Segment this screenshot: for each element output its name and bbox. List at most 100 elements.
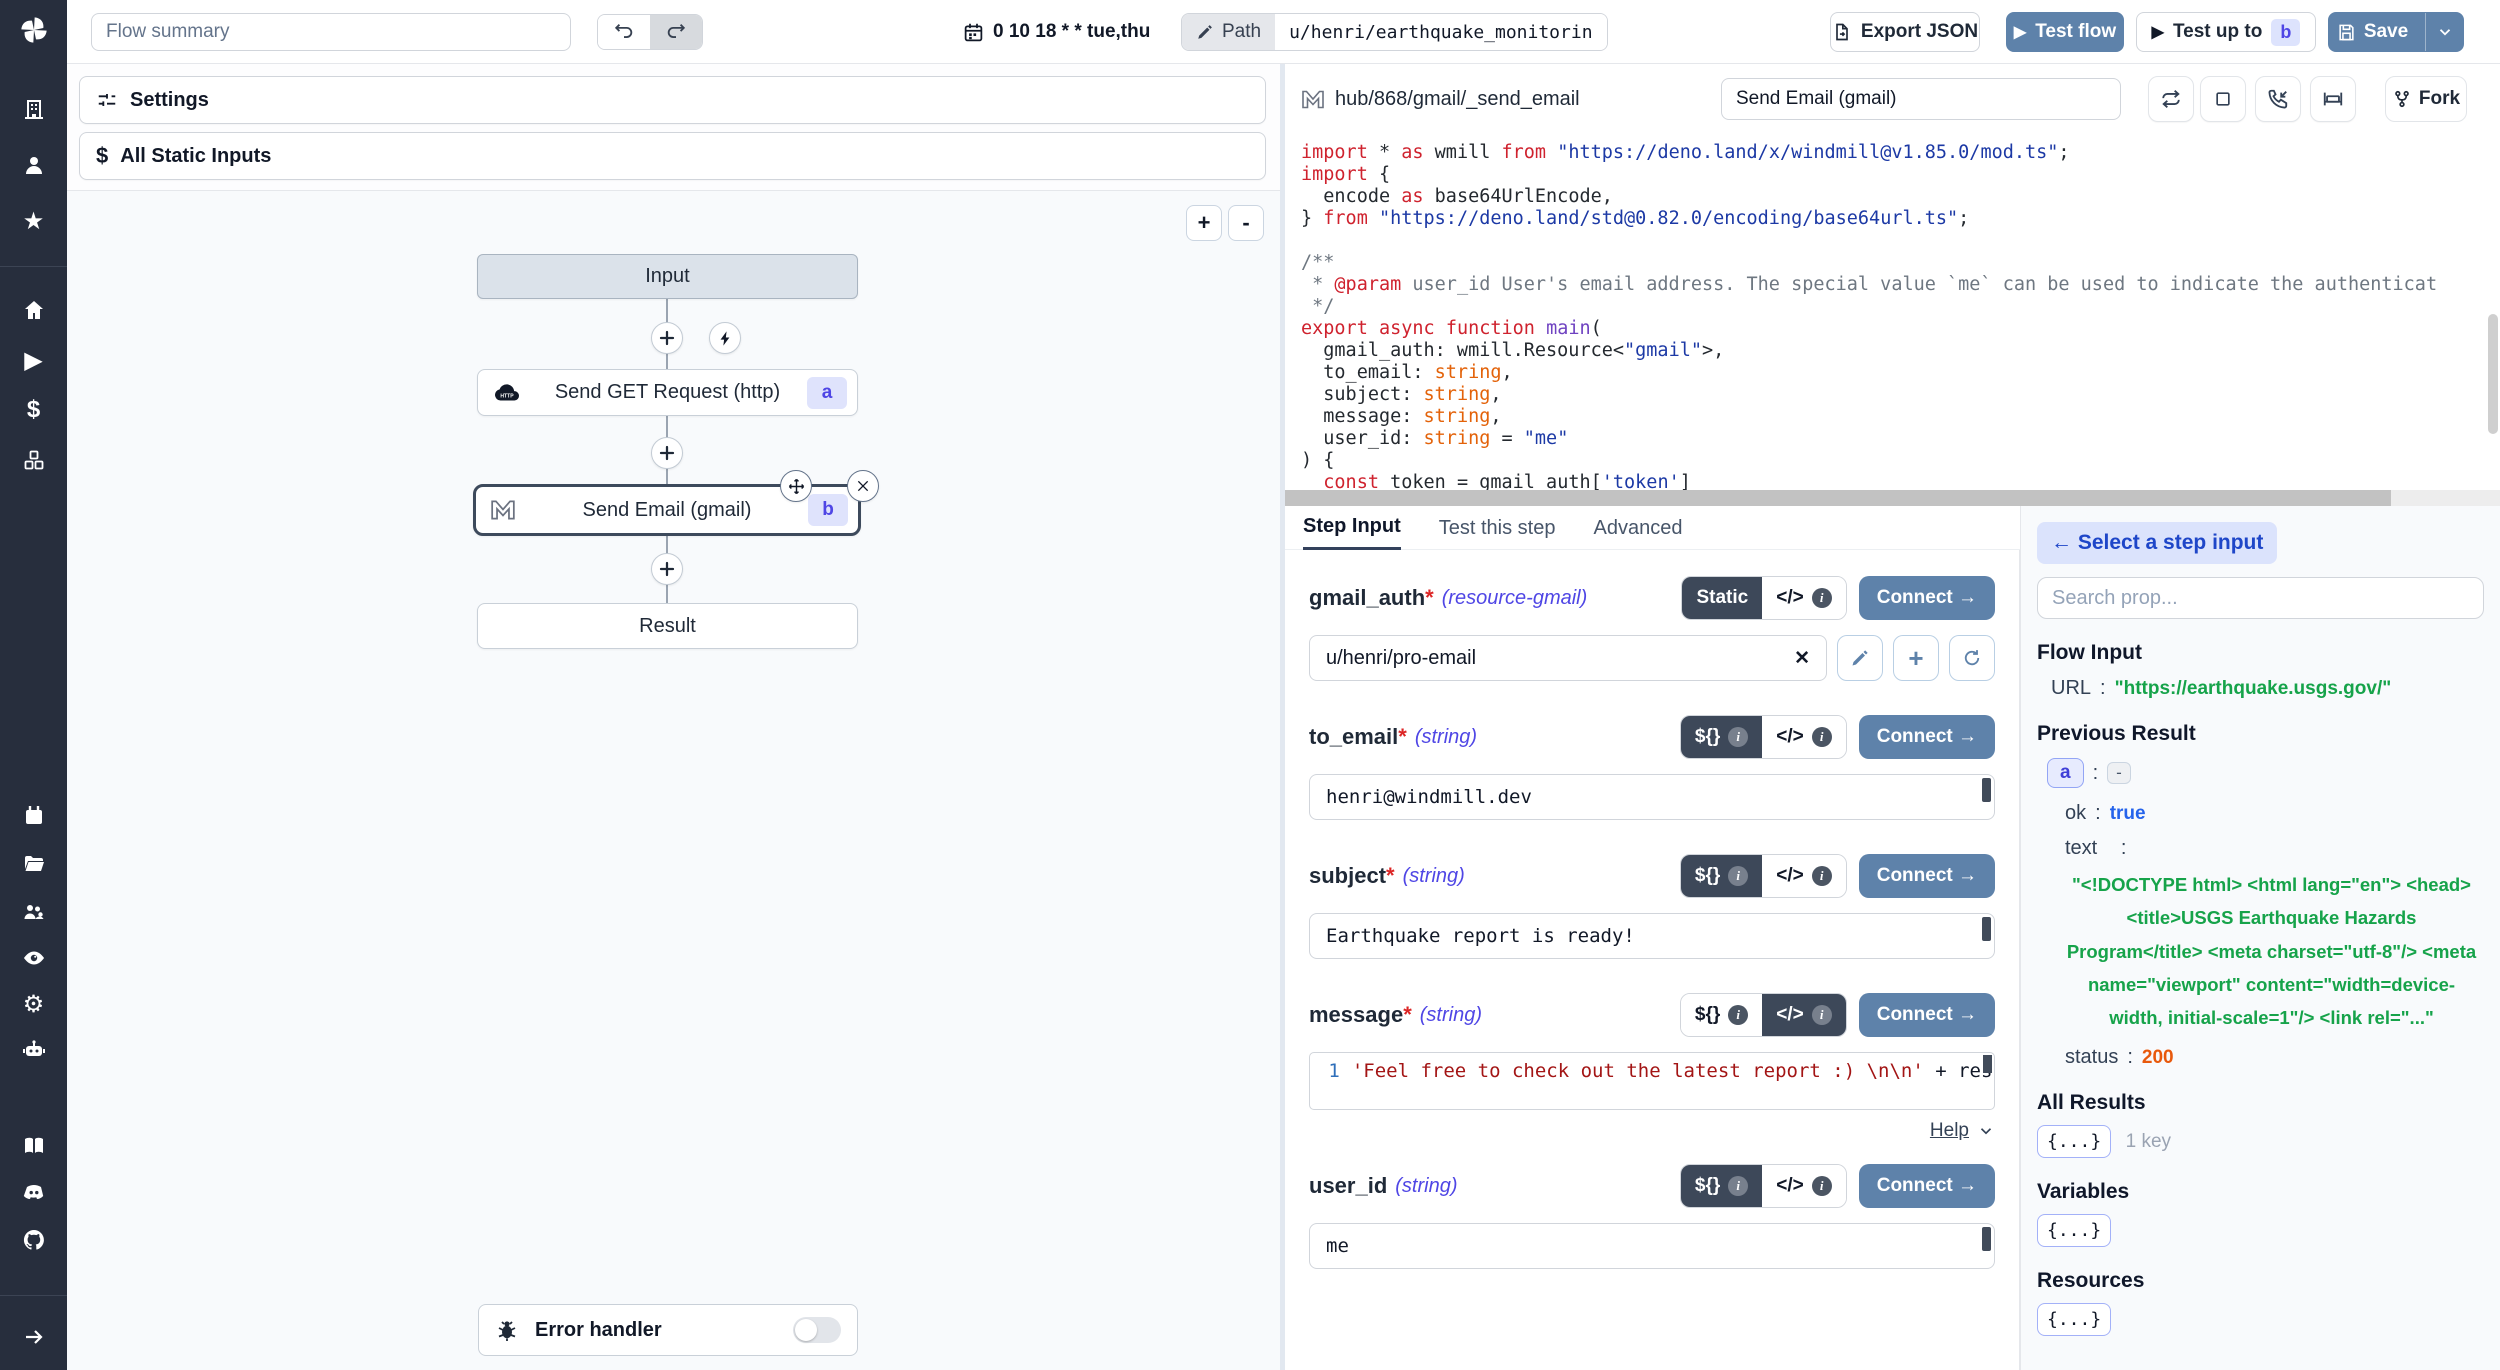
zoom-in-button[interactable]: +	[1186, 205, 1222, 241]
github-icon[interactable]	[21, 1227, 47, 1253]
mode-static[interactable]: Static	[1682, 577, 1762, 619]
settings-gear-icon[interactable]: ⚙	[21, 991, 47, 1017]
error-handler-toggle[interactable]	[793, 1317, 841, 1343]
result-status-row[interactable]: status : 200	[2065, 1046, 2484, 1069]
delete-node-button[interactable]	[847, 470, 879, 502]
flow-node-b-gmail-selected[interactable]: Send Email (gmail) b	[473, 484, 861, 536]
variables-object-badge[interactable]: {...}	[2037, 1214, 2111, 1247]
step-badge-a[interactable]: a	[2047, 758, 2084, 788]
subject-input[interactable]: Earthquake report is ready!	[1309, 913, 1995, 959]
resource-picker-input[interactable]: u/henri/pro-email ✕	[1309, 635, 1827, 681]
info-icon[interactable]: i	[1812, 1176, 1832, 1196]
tab-step-input[interactable]: Step Input	[1303, 515, 1401, 550]
connect-button[interactable]: Connect →	[1859, 576, 1995, 620]
fork-button[interactable]: Fork	[2385, 76, 2467, 122]
redo-button[interactable]	[650, 15, 702, 49]
mode-template[interactable]: ${}i	[1681, 855, 1762, 897]
mode-javascript[interactable]: </>i	[1762, 855, 1845, 897]
mode-template[interactable]: ${}i	[1681, 1165, 1762, 1207]
code-horizontal-scrollbar[interactable]	[1285, 490, 2500, 506]
schedules-calendar-icon[interactable]	[21, 803, 47, 829]
collapse-toggle[interactable]: -	[2107, 762, 2131, 784]
save-button[interactable]: Save	[2328, 12, 2464, 52]
search-prop-input[interactable]	[2037, 577, 2484, 619]
code-editor[interactable]: import * as wmill from "https://deno.lan…	[1285, 134, 2500, 490]
flow-node-a-http[interactable]: HTTP Send GET Request (http) a	[477, 369, 858, 416]
result-text-row[interactable]: text : "<!DOCTYPE html> <html lang="en">…	[2065, 837, 2484, 1034]
groups-icon[interactable]	[21, 899, 47, 925]
flow-graph-canvas[interactable]: + - Input HTTP Send GET Request (http) a…	[67, 190, 1280, 1370]
runs-play-icon[interactable]: ▶	[21, 347, 47, 373]
workers-robot-icon[interactable]	[21, 1037, 47, 1063]
tab-test-this-step[interactable]: Test this step	[1439, 517, 1556, 549]
home-icon[interactable]	[21, 297, 47, 323]
flow-summary-input[interactable]	[91, 13, 571, 51]
connect-button[interactable]: Connect →	[1859, 993, 1995, 1037]
connect-button[interactable]: Connect →	[1859, 1164, 1995, 1208]
to-email-input[interactable]: henri@windmill.dev	[1309, 774, 1995, 820]
resources-boxes-icon[interactable]	[21, 447, 47, 473]
user-id-input[interactable]: me	[1309, 1223, 1995, 1269]
variables-dollar-icon[interactable]: $	[21, 397, 47, 423]
select-step-input-button[interactable]: ← Select a step input	[2037, 522, 2277, 564]
flow-input-url-row[interactable]: URL : "https://earthquake.usgs.gov/"	[2051, 677, 2484, 700]
windmill-logo-icon[interactable]	[18, 14, 50, 46]
flow-node-result[interactable]: Result	[477, 603, 858, 649]
info-icon[interactable]: i	[1812, 1005, 1832, 1025]
tab-advanced[interactable]: Advanced	[1593, 517, 1682, 549]
user-icon[interactable]	[21, 152, 47, 178]
schedule-display[interactable]: 0 10 18 * * tue,thu	[963, 0, 1150, 64]
docs-book-icon[interactable]	[21, 1133, 47, 1159]
insert-step-button[interactable]	[651, 322, 683, 354]
all-static-inputs-bar[interactable]: $ All Static Inputs	[79, 132, 1266, 180]
info-icon[interactable]: i	[1812, 866, 1832, 886]
trigger-bolt-button[interactable]	[709, 322, 741, 354]
mode-javascript[interactable]: </>i	[1762, 577, 1845, 619]
message-expression-editor[interactable]: 1 'Feel free to check out the latest rep…	[1309, 1052, 1995, 1110]
save-dropdown-caret[interactable]	[2425, 13, 2463, 51]
move-node-handle[interactable]	[780, 470, 812, 502]
chevron-down-icon[interactable]	[1977, 1122, 1995, 1140]
info-icon[interactable]: i	[1728, 866, 1748, 886]
help-link[interactable]: Help	[1930, 1120, 1969, 1142]
info-icon[interactable]: i	[1728, 727, 1748, 747]
folder-icon[interactable]	[21, 851, 47, 877]
resources-object-badge[interactable]: {...}	[2037, 1303, 2111, 1336]
mode-template[interactable]: ${}i	[1681, 716, 1762, 758]
undo-button[interactable]	[598, 15, 650, 49]
phone-button[interactable]	[2255, 76, 2301, 122]
flow-node-input[interactable]: Input	[477, 254, 858, 299]
error-handler-bar[interactable]: Error handler	[478, 1304, 858, 1356]
test-up-to-button[interactable]: ▶ Test up to b	[2136, 12, 2316, 52]
zoom-out-button[interactable]: -	[1228, 205, 1264, 241]
connect-button[interactable]: Connect →	[1859, 715, 1995, 759]
insert-step-button[interactable]	[651, 437, 683, 469]
insert-step-button[interactable]	[651, 553, 683, 585]
expand-arrow-icon[interactable]	[21, 1324, 47, 1350]
mode-template[interactable]: ${}i	[1681, 994, 1762, 1036]
all-results-object-badge[interactable]: {...}	[2037, 1125, 2111, 1158]
star-icon[interactable]: ★	[21, 208, 47, 234]
info-icon[interactable]: i	[1812, 588, 1832, 608]
export-json-button[interactable]: Export JSON	[1830, 12, 1980, 52]
refresh-resource-button[interactable]	[1949, 635, 1995, 681]
flow-settings-bar[interactable]: Settings	[79, 76, 1266, 124]
info-icon[interactable]: i	[1728, 1176, 1748, 1196]
path-chip[interactable]: Path u/henri/earthquake_monitorin	[1181, 13, 1608, 51]
bed-button[interactable]	[2310, 76, 2356, 122]
step-summary-input[interactable]	[1721, 78, 2121, 120]
edit-resource-button[interactable]	[1837, 635, 1883, 681]
info-icon[interactable]: i	[1812, 727, 1832, 747]
connect-button[interactable]: Connect →	[1859, 854, 1995, 898]
test-flow-button[interactable]: ▶ Test flow	[2006, 12, 2124, 52]
discord-icon[interactable]	[21, 1179, 47, 1205]
result-ok-row[interactable]: ok : true	[2065, 802, 2484, 825]
info-icon[interactable]: i	[1728, 1005, 1748, 1025]
square-button[interactable]	[2200, 76, 2246, 122]
audit-eye-icon[interactable]	[21, 945, 47, 971]
mode-javascript[interactable]: </>i	[1762, 994, 1845, 1036]
building-icon[interactable]	[21, 96, 47, 122]
mode-javascript[interactable]: </>i	[1762, 1165, 1845, 1207]
add-resource-button[interactable]: +	[1893, 635, 1939, 681]
clear-icon[interactable]: ✕	[1794, 647, 1810, 670]
